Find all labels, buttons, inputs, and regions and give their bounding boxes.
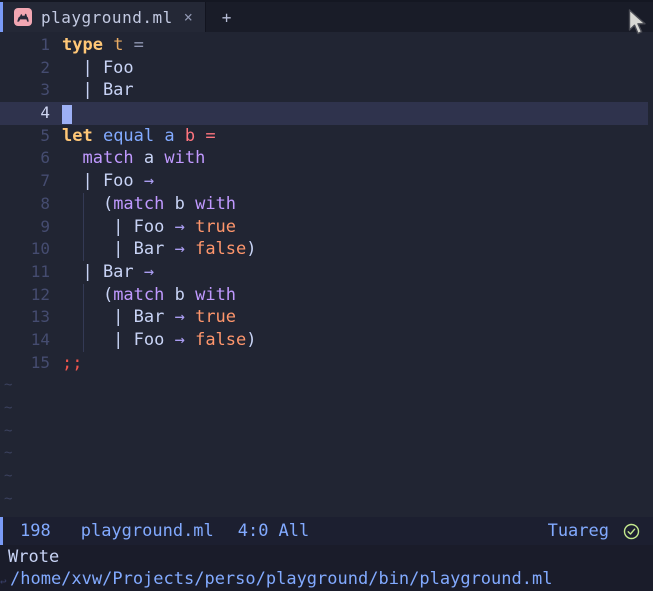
code-text xyxy=(62,102,72,125)
empty-line-tilde: ~ xyxy=(0,465,653,488)
modeline-buffer-name[interactable]: playground.ml xyxy=(81,521,214,541)
code-text: (match b with xyxy=(62,193,236,216)
line-number: 13 xyxy=(0,306,62,329)
mouse-cursor-icon xyxy=(628,9,652,41)
camel-icon xyxy=(14,8,32,26)
wrap-indicator-icon: ↩ xyxy=(0,571,7,591)
code-text: | Bar → false) xyxy=(62,238,257,261)
code-line-11[interactable]: 11 | Bar → xyxy=(0,261,653,284)
modeline-position: 198 xyxy=(20,521,51,541)
code-line-10[interactable]: 10 | Bar → false) xyxy=(0,238,653,261)
line-number: 5 xyxy=(0,125,62,148)
line-number: 7 xyxy=(0,170,62,193)
echo-message: Wrote xyxy=(0,546,653,568)
code-text: | Foo → false) xyxy=(62,329,257,352)
code-text: | Foo → true xyxy=(62,216,236,239)
code-line-2[interactable]: 2 | Foo xyxy=(0,57,653,80)
code-text: (match b with xyxy=(62,284,236,307)
empty-line-tilde: ~ xyxy=(0,374,653,397)
text-cursor xyxy=(62,105,72,124)
empty-line-tilde: ~ xyxy=(0,442,653,465)
line-number: 2 xyxy=(0,57,62,80)
tab-playground-ml[interactable]: playground.ml × xyxy=(3,2,206,32)
code-text: | Bar → true xyxy=(62,306,236,329)
code-text: let equal a b = xyxy=(62,125,216,148)
editor-buffer[interactable]: 1type t =2 | Foo3 | Bar45let equal a b =… xyxy=(0,32,653,517)
code-line-9[interactable]: 9 | Foo → true xyxy=(0,216,653,239)
modeline-scroll-indicator: All xyxy=(279,521,310,541)
line-number: 3 xyxy=(0,79,62,102)
code-text: type t = xyxy=(62,34,144,57)
line-number: 15 xyxy=(0,352,62,375)
code-line-15[interactable]: 15;; xyxy=(0,352,653,375)
code-text: | Bar → xyxy=(62,261,154,284)
code-text: | Foo → xyxy=(62,170,154,193)
check-circle-icon[interactable] xyxy=(623,523,640,540)
empty-line-tilde: ~ xyxy=(0,397,653,420)
modeline-major-mode[interactable]: Tuareg xyxy=(548,521,609,541)
tab-label: playground.ml xyxy=(41,8,173,27)
code-line-5[interactable]: 5let equal a b = xyxy=(0,125,653,148)
line-number: 11 xyxy=(0,261,62,284)
line-number: 12 xyxy=(0,284,62,307)
code-text: | Foo xyxy=(62,57,134,80)
code-text: ;; xyxy=(62,352,82,375)
code-line-12[interactable]: 12 (match b with xyxy=(0,284,653,307)
line-number: 14 xyxy=(0,329,62,352)
code-line-7[interactable]: 7 | Foo → xyxy=(0,170,653,193)
modeline: 198 playground.ml 4:0 All Tuareg xyxy=(0,517,653,545)
line-number: 10 xyxy=(0,238,62,261)
code-line-4[interactable]: 4 xyxy=(0,102,648,125)
echo-area: Wrote ↩ /home/xvw/Projects/perso/playgro… xyxy=(0,545,653,591)
tab-close-icon[interactable]: × xyxy=(184,8,193,26)
code-lines: 1type t =2 | Foo3 | Bar45let equal a b =… xyxy=(0,34,653,374)
code-text: match a with xyxy=(62,147,205,170)
echo-file-path-line: ↩ /home/xvw/Projects/perso/playground/bi… xyxy=(0,568,653,590)
line-number: 6 xyxy=(0,147,62,170)
code-line-3[interactable]: 3 | Bar xyxy=(0,79,653,102)
tab-bar: playground.ml × + xyxy=(0,0,653,32)
modeline-accent-bar xyxy=(0,517,3,545)
empty-line-tilde: ~ xyxy=(0,488,653,511)
new-tab-button[interactable]: + xyxy=(206,2,248,32)
code-line-8[interactable]: 8 (match b with xyxy=(0,193,653,216)
code-line-13[interactable]: 13 | Bar → true xyxy=(0,306,653,329)
line-number: 4 xyxy=(0,102,62,125)
code-line-1[interactable]: 1type t = xyxy=(0,34,653,57)
echo-file-path: /home/xvw/Projects/perso/playground/bin/… xyxy=(10,569,552,589)
code-line-6[interactable]: 6 match a with xyxy=(0,147,653,170)
empty-line-tilde: ~ xyxy=(0,420,653,443)
code-text: | Bar xyxy=(62,79,134,102)
code-line-14[interactable]: 14 | Foo → false) xyxy=(0,329,653,352)
modeline-cursor-position: 4:0 xyxy=(238,521,269,541)
empty-line-markers: ~~~~~~ xyxy=(0,374,653,510)
emacs-frame: { "colors": { "accent_blue": "#7a9bf7", … xyxy=(0,0,653,591)
line-number: 8 xyxy=(0,193,62,216)
line-number: 1 xyxy=(0,34,62,57)
line-number: 9 xyxy=(0,216,62,239)
